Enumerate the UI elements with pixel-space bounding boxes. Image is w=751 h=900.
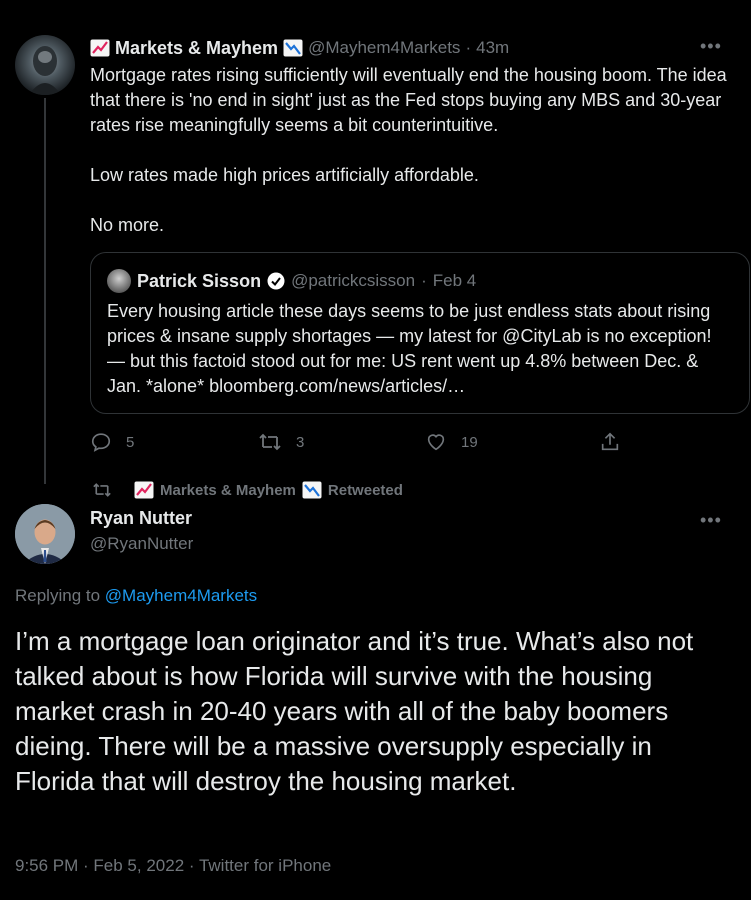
chart-up-emoji-icon bbox=[90, 39, 110, 57]
quoted-separator: · bbox=[421, 271, 427, 290]
retweet-small-icon bbox=[93, 483, 111, 497]
like-action[interactable]: 19 bbox=[425, 428, 478, 456]
quoted-date: Feb 4 bbox=[432, 271, 477, 290]
handle[interactable]: @Mayhem4Markets bbox=[308, 38, 460, 58]
tweet-text: Mortgage rates rising sufficiently will … bbox=[90, 65, 727, 235]
reply-icon bbox=[91, 433, 111, 452]
reply-count: 5 bbox=[126, 433, 135, 451]
retweet-icon bbox=[259, 433, 281, 451]
retweet-count: 3 bbox=[296, 433, 305, 451]
markets-mayhem-avatar[interactable] bbox=[15, 35, 75, 95]
like-count: 19 bbox=[461, 433, 478, 451]
chart-down-emoji-icon bbox=[302, 481, 322, 499]
ryan-nutter-avatar[interactable] bbox=[15, 504, 75, 564]
reply-action[interactable]: 5 bbox=[90, 428, 134, 456]
tweet-header: Markets & Mayhem @Mayhem4Markets · 43m bbox=[90, 36, 509, 60]
quoted-display-name: Patrick Sisson bbox=[137, 270, 262, 291]
quoted-tweet-text: Every housing article these days seems t… bbox=[107, 301, 712, 396]
timestamp[interactable]: 43m bbox=[476, 38, 509, 58]
quoted-tweet-card[interactable]: Patrick Sisson @patrickcsisson · Feb 4 E… bbox=[90, 252, 750, 414]
tweet-meta[interactable]: 9:56 PM · Feb 5, 2022 · Twitter for iPho… bbox=[15, 856, 331, 876]
patrick-sisson-avatar bbox=[107, 269, 131, 293]
more-dots-icon[interactable]: ••• bbox=[700, 36, 722, 57]
quoted-tweet-header: Patrick Sisson @patrickcsisson · Feb 4 bbox=[137, 269, 476, 293]
separator: · bbox=[465, 38, 472, 57]
main-more-dots-icon[interactable]: ••• bbox=[700, 510, 722, 531]
main-display-name[interactable]: Ryan Nutter bbox=[90, 508, 192, 529]
replying-to: Replying to @Mayhem4Markets bbox=[15, 586, 257, 606]
thread-connector-line bbox=[44, 98, 46, 484]
chart-down-emoji-icon bbox=[283, 39, 303, 57]
replying-handle-link[interactable]: @Mayhem4Markets bbox=[105, 586, 257, 605]
share-action[interactable] bbox=[599, 428, 621, 456]
heart-icon bbox=[427, 434, 445, 451]
chart-up-emoji-icon bbox=[134, 481, 154, 499]
share-icon bbox=[601, 432, 619, 451]
retweet-action[interactable]: 3 bbox=[258, 428, 304, 456]
retweet-banner: Markets & Mayhem Retweeted bbox=[92, 479, 403, 501]
replying-prefix: Replying to bbox=[15, 586, 101, 605]
retweeter-name[interactable]: Markets & Mayhem bbox=[160, 482, 296, 499]
display-name[interactable]: Markets & Mayhem bbox=[115, 38, 278, 59]
main-handle[interactable]: @RyanNutter bbox=[90, 534, 193, 554]
retweeted-label: Retweeted bbox=[327, 481, 403, 499]
main-tweet-text: I’m a mortgage loan originator and it’s … bbox=[15, 626, 694, 796]
verified-badge-icon bbox=[267, 272, 285, 290]
quoted-handle: @patrickcsisson bbox=[291, 271, 416, 290]
